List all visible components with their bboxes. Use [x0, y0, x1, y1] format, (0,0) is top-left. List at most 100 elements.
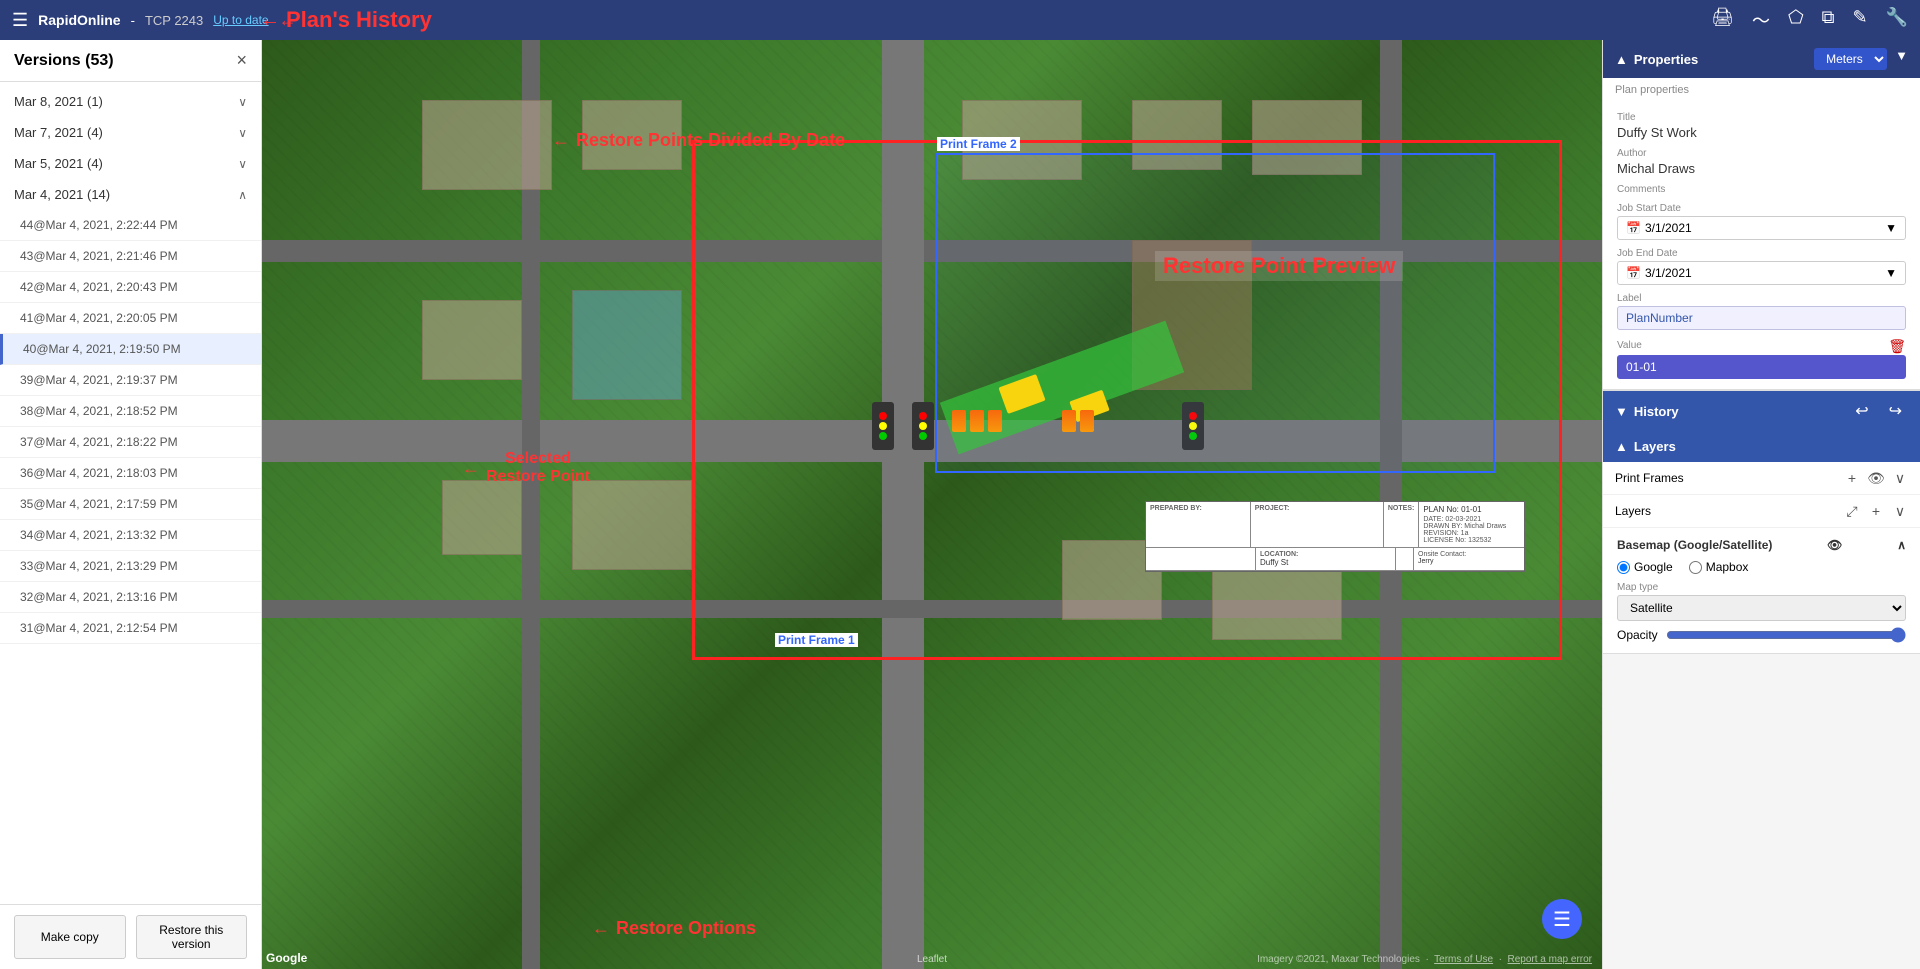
- calendar-icon-end: 📅: [1626, 266, 1641, 280]
- date-group-mar7-label: Mar 7, 2021 (4): [14, 125, 103, 140]
- restore-version-button[interactable]: Restore this version: [136, 915, 248, 959]
- chevron-basemap-icon[interactable]: ∧: [1897, 538, 1906, 552]
- sidebar: Versions (53) × Mar 8, 2021 (1) ∨ Mar 7,…: [0, 40, 262, 969]
- radio-google-option[interactable]: Google: [1617, 560, 1673, 574]
- chevron-mar8: ∨: [238, 95, 247, 109]
- report-link[interactable]: Report a map error: [1508, 954, 1592, 965]
- layers-sub-row: Layers ⤢ + ∨: [1603, 495, 1920, 528]
- sidebar-header: Versions (53) ×: [0, 40, 261, 82]
- properties-title: Properties: [1634, 52, 1698, 67]
- version-item-44[interactable]: 44@Mar 4, 2021, 2:22:44 PM: [0, 210, 261, 241]
- date-group-mar5-label: Mar 5, 2021 (4): [14, 156, 103, 171]
- version-item-43[interactable]: 43@Mar 4, 2021, 2:21:46 PM: [0, 241, 261, 272]
- map-type-select[interactable]: Satellite: [1617, 595, 1906, 621]
- version-item-31[interactable]: 31@Mar 4, 2021, 2:12:54 PM: [0, 613, 261, 644]
- layers-header[interactable]: ▲ Layers: [1603, 431, 1920, 462]
- version-item-37[interactable]: 37@Mar 4, 2021, 2:18:22 PM: [0, 427, 261, 458]
- edit-icon[interactable]: ✎: [1852, 7, 1867, 33]
- date-group-mar7[interactable]: Mar 7, 2021 (4) ∨: [0, 117, 261, 148]
- shapes-icon[interactable]: ⬠: [1788, 7, 1804, 33]
- version-item-39[interactable]: 39@Mar 4, 2021, 2:19:37 PM: [0, 365, 261, 396]
- tb-contact: Onsite Contact: Jerry: [1414, 548, 1524, 570]
- expand-print-frames-icon[interactable]: ∨: [1892, 470, 1908, 486]
- date-group-mar5[interactable]: Mar 5, 2021 (4) ∨: [0, 148, 261, 179]
- version-item-35[interactable]: 35@Mar 4, 2021, 2:17:59 PM: [0, 489, 261, 520]
- building-1: [422, 100, 552, 190]
- add-print-frames-icon[interactable]: +: [1844, 470, 1860, 486]
- print-frames-row: Print Frames + 👁 ∨: [1603, 462, 1920, 495]
- make-copy-button[interactable]: Make copy: [14, 915, 126, 959]
- chart-icon[interactable]: 〜: [1752, 7, 1770, 33]
- title-label: Title: [1617, 112, 1906, 123]
- map-attribution: Imagery ©2021, Maxar Technologies · Term…: [1257, 954, 1592, 965]
- meters-dropdown[interactable]: Meters: [1814, 48, 1887, 70]
- layers-body: Print Frames + 👁 ∨ Layers ⤢ + ∨: [1603, 462, 1920, 654]
- layers-sub-label: Layers: [1615, 504, 1651, 518]
- terms-link[interactable]: Terms of Use: [1434, 954, 1493, 965]
- job-start-input[interactable]: 📅 3/1/2021 ▼: [1617, 216, 1906, 240]
- version-item-34[interactable]: 34@Mar 4, 2021, 2:13:32 PM: [0, 520, 261, 551]
- wrench-icon[interactable]: 🔧: [1886, 7, 1908, 33]
- print-icon[interactable]: 🖨: [1711, 7, 1734, 33]
- right-panel: ▲ Properties Meters ▼ Plan properties Ti…: [1602, 40, 1920, 969]
- add-layers-icon[interactable]: +: [1868, 503, 1884, 519]
- map-area[interactable]: Restore Point Preview Print Frame 2 PREP…: [262, 40, 1602, 969]
- version-item-32[interactable]: 32@Mar 4, 2021, 2:13:16 PM: [0, 582, 261, 613]
- print-frame-1-label: Print Frame 1: [775, 633, 858, 647]
- date-group-mar4[interactable]: Mar 4, 2021 (14) ∧: [0, 179, 261, 210]
- job-end-label: Job End Date: [1617, 248, 1906, 259]
- version-item-33[interactable]: 33@Mar 4, 2021, 2:13:29 PM: [0, 551, 261, 582]
- version-item-38[interactable]: 38@Mar 4, 2021, 2:18:52 PM: [0, 396, 261, 427]
- redo-button[interactable]: ↪: [1883, 399, 1908, 423]
- radio-google-label: Google: [1634, 560, 1673, 574]
- version-item-36[interactable]: 36@Mar 4, 2021, 2:18:03 PM: [0, 458, 261, 489]
- chevron-history: ▼: [1615, 404, 1628, 419]
- plans-history-label: Plan's History: [260, 7, 432, 33]
- main-layout: Versions (53) × Mar 8, 2021 (1) ∨ Mar 7,…: [0, 40, 1920, 969]
- tb-plan-no: PLAN No: 01-01: [1423, 505, 1520, 514]
- topbar: ☰ RapidOnline - TCP 2243 Up to date ← Pl…: [0, 0, 1920, 40]
- tb-row-2: LOCATION: Duffy St Onsite Contact: Jerry: [1146, 548, 1524, 571]
- value-row: Value 🗑: [1617, 338, 1906, 355]
- history-header[interactable]: ▼ History ↩ ↪: [1603, 391, 1920, 431]
- properties-body: Title Duffy St Work Author Michal Draws …: [1603, 98, 1920, 390]
- job-start-label: Job Start Date: [1617, 203, 1906, 214]
- chevron-layers: ▲: [1615, 439, 1628, 454]
- dropdown-arrow-start: ▼: [1885, 221, 1897, 235]
- close-button[interactable]: ×: [236, 50, 247, 71]
- version-item-40[interactable]: 40@Mar 4, 2021, 2:19:50 PM: [0, 334, 261, 365]
- radio-mapbox-option[interactable]: Mapbox: [1689, 560, 1749, 574]
- date-group-mar8[interactable]: Mar 8, 2021 (1) ∨: [0, 86, 261, 117]
- history-section: ▼ History ↩ ↪: [1603, 390, 1920, 431]
- version-item-41[interactable]: 41@Mar 4, 2021, 2:20:05 PM: [0, 303, 261, 334]
- tb-contact-name: Jerry: [1418, 558, 1520, 565]
- move-layers-icon[interactable]: ⤢: [1844, 503, 1860, 519]
- copy-icon[interactable]: ⧉: [1822, 7, 1835, 33]
- value-field[interactable]: 01-01: [1617, 355, 1906, 379]
- eye-basemap-icon[interactable]: 👁: [1827, 538, 1842, 552]
- radio-google-input[interactable]: [1617, 561, 1630, 574]
- comments-label: Comments: [1617, 184, 1906, 195]
- basemap-title: Basemap (Google/Satellite) 👁 ∧: [1617, 538, 1906, 552]
- sidebar-footer: Make copy Restore this version: [0, 904, 261, 969]
- building-6: [422, 300, 522, 380]
- tb-location-val: Duffy St: [1260, 558, 1288, 567]
- eye-print-frames-icon[interactable]: 👁: [1868, 470, 1884, 486]
- value-text: 01-01: [1626, 360, 1657, 374]
- delete-icon[interactable]: 🗑: [1888, 338, 1906, 355]
- opacity-slider[interactable]: [1666, 627, 1906, 643]
- job-end-input[interactable]: 📅 3/1/2021 ▼: [1617, 261, 1906, 285]
- properties-header[interactable]: ▲ Properties Meters ▼: [1603, 40, 1920, 78]
- map-nav-button[interactable]: ☰: [1542, 899, 1582, 939]
- radio-mapbox-label: Mapbox: [1706, 560, 1749, 574]
- radio-mapbox-input[interactable]: [1689, 561, 1702, 574]
- tb-notes-2: [1396, 548, 1414, 570]
- version-item-42[interactable]: 42@Mar 4, 2021, 2:20:43 PM: [0, 272, 261, 303]
- chevron-up-properties: ▲: [1615, 52, 1628, 67]
- expand-layers-icon[interactable]: ∨: [1892, 503, 1908, 519]
- leaflet-attribution: Leaflet: [917, 954, 947, 965]
- undo-button[interactable]: ↩: [1849, 399, 1874, 423]
- menu-icon[interactable]: ☰: [12, 10, 28, 31]
- plan-properties-label: Plan properties: [1603, 78, 1920, 98]
- tb-project: PROJECT:: [1251, 502, 1384, 547]
